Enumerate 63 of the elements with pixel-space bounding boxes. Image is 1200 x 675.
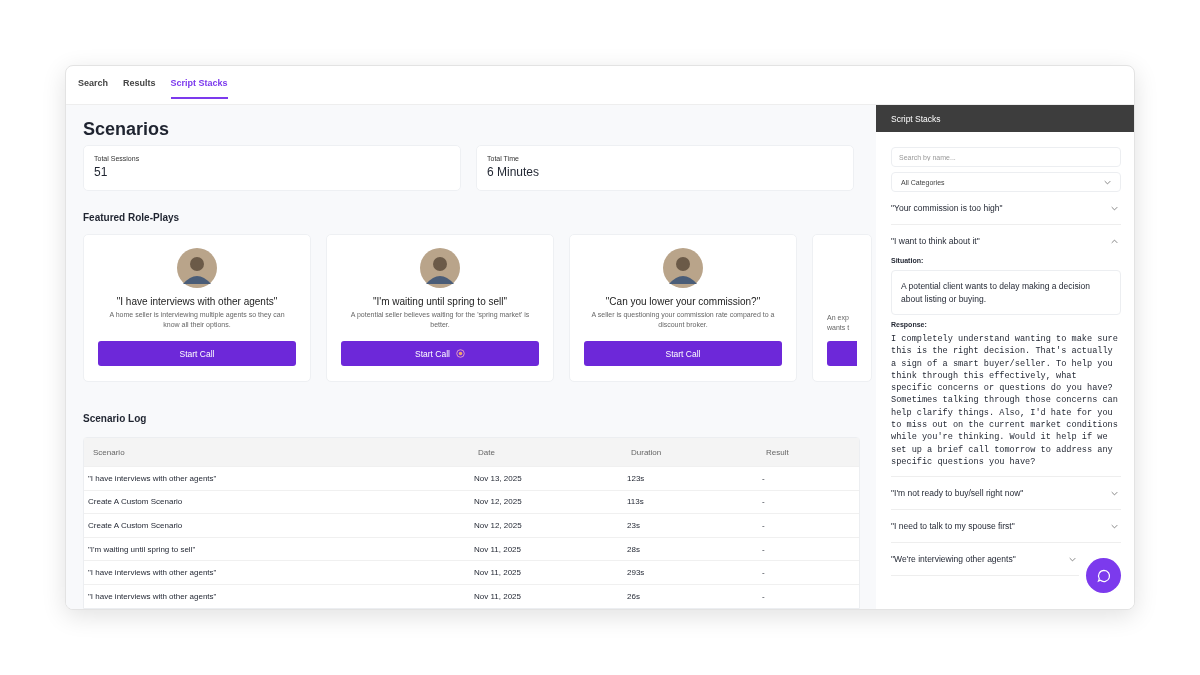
avatar-placeholder xyxy=(663,248,703,288)
chat-icon xyxy=(1095,567,1112,584)
table-cell-text: Nov 12, 2025 xyxy=(473,497,523,507)
panel-title: Script Stacks xyxy=(891,113,941,124)
section-title: Scenario Log xyxy=(83,413,148,424)
table-cell-text: - xyxy=(761,497,766,507)
avatar-placeholder xyxy=(177,248,217,288)
table-cell-text: Nov 11, 2025 xyxy=(473,568,522,578)
accordion-item[interactable]: "Your commission is too high" xyxy=(891,192,1121,225)
table-cell-text: "I have interviews with other agents" xyxy=(87,591,218,601)
card-title: "I have interviews with other agents" xyxy=(116,296,278,307)
table-cell-text: 113s xyxy=(626,497,645,507)
table-cell-text: 28s xyxy=(626,544,641,554)
table-cell-text: "I have interviews with other agents" xyxy=(87,473,218,483)
card-title: "Can you lower your commission?" xyxy=(605,296,761,307)
accordion-item[interactable]: "We're interviewing other agents" xyxy=(891,543,1079,577)
start-call-button[interactable]: Start Call xyxy=(98,341,296,366)
start-call-button[interactable]: Start Call xyxy=(341,341,539,366)
card-title: "I'm waiting until spring to sell" xyxy=(372,296,508,307)
table-cell-text: - xyxy=(761,591,766,601)
table-cell-text: - xyxy=(761,473,766,483)
chevron-down-icon xyxy=(1111,523,1118,529)
column-header: Scenario xyxy=(92,447,126,457)
start-call-button[interactable] xyxy=(827,341,857,366)
column-header: Result xyxy=(765,447,790,457)
table-cell-text: 293s xyxy=(626,568,646,578)
table-cell-text: Create A Custom Scenario xyxy=(87,521,184,530)
accordion-item[interactable]: "I'm not ready to buy/sell right now" xyxy=(891,477,1121,511)
accordion-item[interactable]: "I want to think about it" xyxy=(891,225,1121,257)
column-header: Duration xyxy=(630,447,663,457)
stat-value: 6 Minutes xyxy=(487,165,541,179)
chevron-down-icon xyxy=(1111,490,1118,496)
chat-button[interactable] xyxy=(1086,558,1121,593)
column-header: Date xyxy=(477,447,496,457)
table-cell-text: Nov 13, 2025 xyxy=(473,473,523,483)
situation-text: A potential client wants to delay making a decision about listing or buying. xyxy=(891,270,1121,315)
table-cell-text: 123s xyxy=(626,473,646,483)
table-cell-text: - xyxy=(761,544,766,554)
accordion-item[interactable]: "I need to talk to my spouse first" xyxy=(891,510,1121,544)
table-cell-text: 23s xyxy=(626,521,641,530)
table-cell-text: "I have interviews with other agents" xyxy=(87,568,218,578)
table-cell-text: "I'm waiting until spring to sell" xyxy=(87,544,197,554)
table-cell-text: Nov 12, 2025 xyxy=(473,521,523,530)
nav-tab[interactable]: Script Stacks xyxy=(170,66,228,99)
record-icon xyxy=(456,349,465,358)
table-cell-text: Create A Custom Scenario xyxy=(87,497,184,507)
table-cell-text: Nov 11, 2025 xyxy=(473,591,522,601)
chevron-down-icon xyxy=(1069,556,1076,562)
table-cell-text: - xyxy=(761,568,766,578)
table-cell-text: Nov 11, 2025 xyxy=(473,544,522,554)
page-title: Scenarios xyxy=(83,119,171,141)
table-cell-text: - xyxy=(761,521,766,530)
chevron-up-icon xyxy=(1111,238,1118,244)
nav-tab[interactable]: Results xyxy=(123,66,156,99)
start-call-button[interactable]: Start Call xyxy=(584,341,782,366)
avatar-placeholder xyxy=(420,248,460,288)
table-cell-text: 26s xyxy=(626,591,641,601)
section-title: Featured Role-Plays xyxy=(83,212,181,223)
chevron-down-icon xyxy=(1104,179,1111,185)
nav-tab[interactable]: Search xyxy=(78,66,109,99)
response-text: I completely understand wanting to make sure this is the right decision. That's actually a sign of a smart buyer/seller. To help you think through this effectively, what specific concerns or questions do you have? Sometimes talking through those concerns can help clarify things. Also, I'd hate for you to miss out on the current market conditions while you're thinking. Would it help if we set up a brief call tomorrow to address any specific questions you have? xyxy=(891,333,1119,469)
stat-value: 51 xyxy=(94,165,109,179)
chevron-down-icon xyxy=(1111,205,1118,211)
